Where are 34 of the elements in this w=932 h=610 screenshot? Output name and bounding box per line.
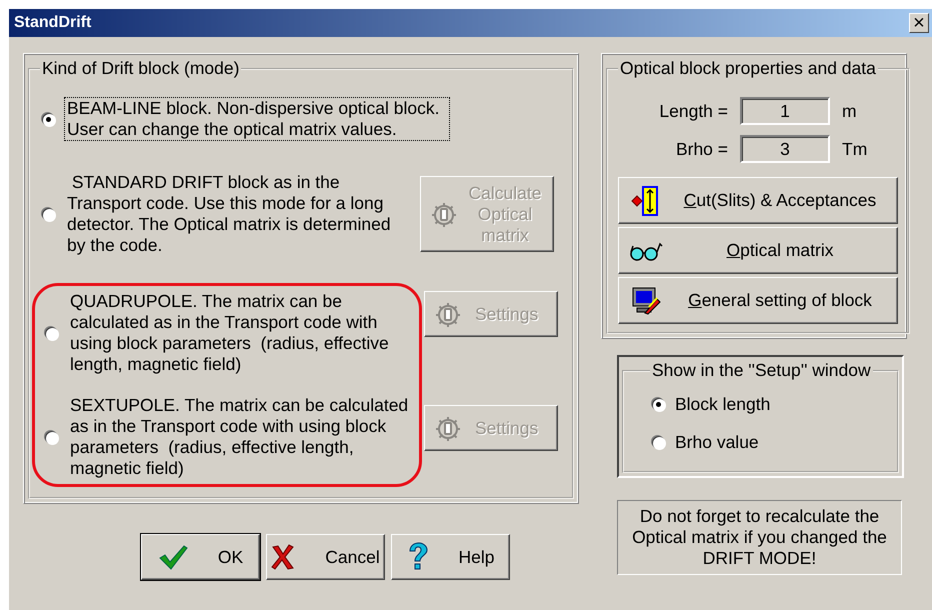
reminder-note: Do not forget to recalculate the Optical matrix if you changed the DRIFT MODE! xyxy=(617,500,902,575)
unit-label: m xyxy=(842,100,858,122)
window-title: StandDrift xyxy=(14,14,92,32)
help-button[interactable]: Help xyxy=(391,534,510,580)
radio-button[interactable] xyxy=(42,112,55,126)
check-icon xyxy=(158,544,188,570)
field-label: Length = xyxy=(658,100,728,122)
slits-button[interactable]: Cut(Slits) & Acceptances xyxy=(618,177,898,224)
cancel-button[interactable]: Cancel xyxy=(266,534,385,580)
group-title: Optical block properties and data xyxy=(619,58,877,79)
mode-description: SEXTUPOLE. The matrix can be calculated as in the Transport code with using block parameters (radius, effective length, magnetic field) xyxy=(69,394,410,480)
input-field[interactable]: 3 xyxy=(740,135,830,163)
input-field[interactable]: 1 xyxy=(740,97,830,125)
field-label: Brho = xyxy=(674,138,728,160)
radio-option[interactable]: Brho value xyxy=(650,423,897,461)
mode-description: QUADRUPOLE. The matrix can be calculated as in the Transport code with using block parameters (radius, effective length, magnetic field) xyxy=(69,290,390,376)
group-title: Show in the ''Setup'' window xyxy=(651,360,872,381)
close-button[interactable]: × xyxy=(909,13,929,33)
radio-button[interactable] xyxy=(652,398,665,410)
ok-button[interactable]: OK xyxy=(141,534,260,580)
mode-description: BEAM-LINE block. Non-dispersive optical block. User can change the optical matrix values. xyxy=(64,97,450,141)
radio-button[interactable] xyxy=(652,436,665,448)
radio-button[interactable] xyxy=(45,430,58,444)
help-icon xyxy=(406,542,428,572)
glasses-icon xyxy=(629,240,663,262)
unit-label: Tm xyxy=(842,138,868,160)
cross-icon xyxy=(271,544,296,570)
radio-button[interactable] xyxy=(45,326,58,340)
mode-description: STANDARD DRIFT block as in the Transport code. Use this mode for a long detector. The Optical matrix is determined by the code. xyxy=(66,171,392,257)
glasses-button[interactable]: Optical matrix xyxy=(618,227,898,274)
monitor-button[interactable]: General setting of block xyxy=(618,277,898,324)
radio-option[interactable]: Block length xyxy=(650,385,897,423)
group-title: Kind of Drift block (mode) xyxy=(41,58,240,79)
radio-button[interactable] xyxy=(42,208,55,220)
